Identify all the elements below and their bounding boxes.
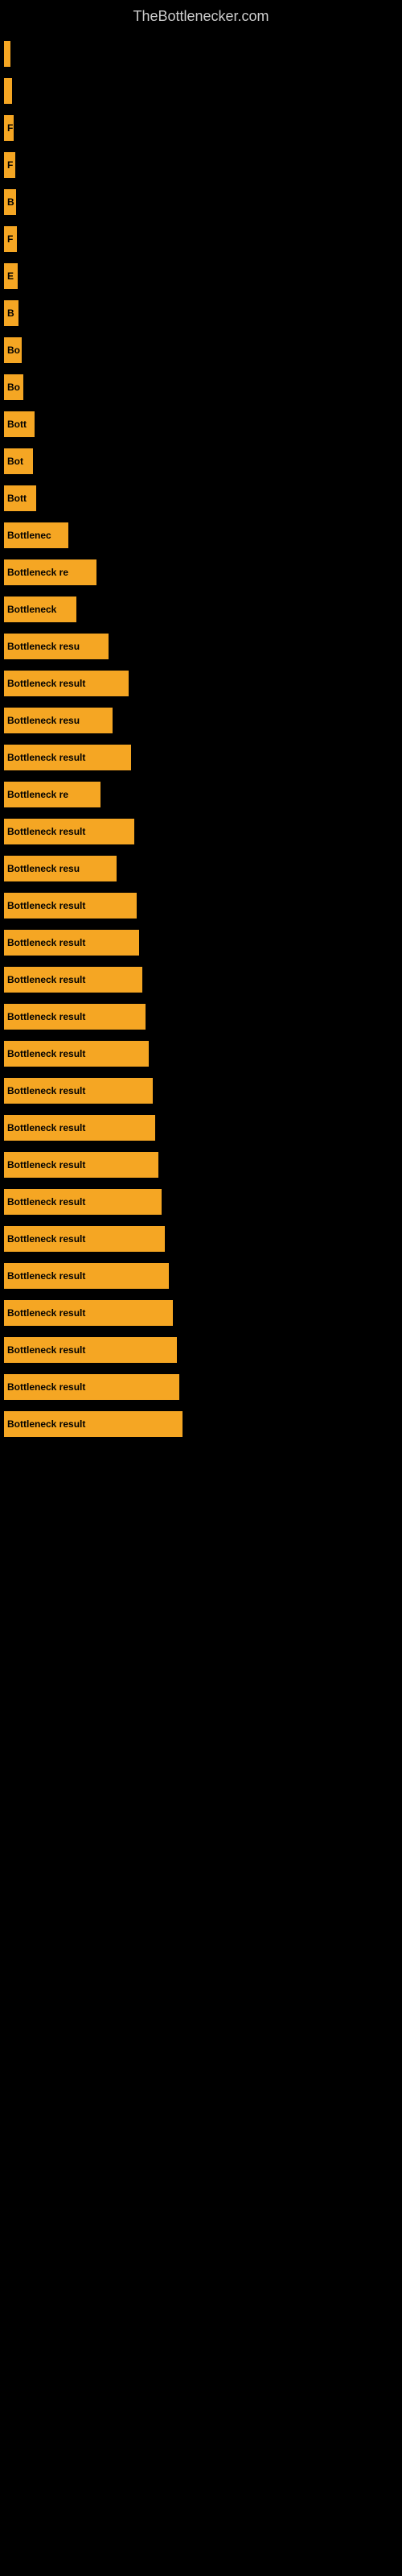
bar-row: Bottleneck resu bbox=[0, 704, 402, 737]
bar-item: Bottleneck re bbox=[4, 782, 100, 807]
bar-item: Bottleneck resu bbox=[4, 856, 117, 881]
bar-row: Bott bbox=[0, 407, 402, 441]
bar-item: Bottlenec bbox=[4, 522, 68, 548]
bar-item: Bottleneck result bbox=[4, 1411, 183, 1437]
bar-item: F bbox=[4, 152, 15, 178]
bar-item: Bottleneck result bbox=[4, 1300, 173, 1326]
bar-item: Bott bbox=[4, 485, 36, 511]
bar-item: Bottleneck result bbox=[4, 967, 142, 993]
bar-row: Bottleneck result bbox=[0, 1074, 402, 1108]
bar-item: Bottleneck result bbox=[4, 1337, 177, 1363]
bar-row bbox=[0, 37, 402, 71]
bar-item: Bo bbox=[4, 374, 23, 400]
bar-row: Bottlenec bbox=[0, 518, 402, 552]
bar-item: Bottleneck bbox=[4, 597, 76, 622]
site-title: TheBottlenecker.com bbox=[0, 0, 402, 29]
bar-row: Bottleneck result bbox=[0, 963, 402, 997]
bar-item: Bottleneck result bbox=[4, 1263, 169, 1289]
bar-row: Bott bbox=[0, 481, 402, 515]
bar-row: Bottleneck result bbox=[0, 1185, 402, 1219]
bar-row: B bbox=[0, 185, 402, 219]
bar-row: Bottleneck result bbox=[0, 1000, 402, 1034]
bar-row: Bottleneck resu bbox=[0, 852, 402, 886]
bar-row: Bottleneck result bbox=[0, 667, 402, 700]
bar-item: Bottleneck result bbox=[4, 1189, 162, 1215]
bar-row: Bottleneck result bbox=[0, 815, 402, 848]
bar-row: Bo bbox=[0, 370, 402, 404]
bar-item: Bottleneck result bbox=[4, 1041, 149, 1067]
bar-item: Bottleneck result bbox=[4, 819, 134, 844]
bar-item: Bottleneck result bbox=[4, 1374, 179, 1400]
bar-item: Bott bbox=[4, 411, 35, 437]
bar-item: Bottleneck result bbox=[4, 1226, 165, 1252]
bar-item bbox=[4, 78, 12, 104]
bar-item: Bottleneck result bbox=[4, 893, 137, 919]
bar-item: Bottleneck result bbox=[4, 930, 139, 956]
bar-item bbox=[4, 41, 10, 67]
bar-row: Bottleneck result bbox=[0, 1148, 402, 1182]
bar-row: Bottleneck result bbox=[0, 889, 402, 923]
bar-row: Bottleneck bbox=[0, 592, 402, 626]
bar-row bbox=[0, 74, 402, 108]
bar-row: F bbox=[0, 111, 402, 145]
bar-row: Bo bbox=[0, 333, 402, 367]
bar-row: B bbox=[0, 296, 402, 330]
bar-item: Bottleneck result bbox=[4, 1152, 158, 1178]
bar-row: Bot bbox=[0, 444, 402, 478]
bar-row: Bottleneck re bbox=[0, 555, 402, 589]
bar-row: Bottleneck re bbox=[0, 778, 402, 811]
bar-item: F bbox=[4, 226, 17, 252]
bar-row: F bbox=[0, 222, 402, 256]
bar-row: Bottleneck result bbox=[0, 926, 402, 960]
bar-item: Bottleneck result bbox=[4, 745, 131, 770]
bar-item: Bottleneck resu bbox=[4, 708, 113, 733]
bar-row: Bottleneck result bbox=[0, 1296, 402, 1330]
bar-item: Bo bbox=[4, 337, 22, 363]
bar-item: E bbox=[4, 263, 18, 289]
bar-row: Bottleneck result bbox=[0, 1037, 402, 1071]
bar-item: Bottleneck re bbox=[4, 559, 96, 585]
bar-row: F bbox=[0, 148, 402, 182]
bar-item: Bottleneck result bbox=[4, 1115, 155, 1141]
bar-row: E bbox=[0, 259, 402, 293]
bar-item: B bbox=[4, 300, 18, 326]
bar-row: Bottleneck result bbox=[0, 1407, 402, 1441]
bar-row: Bottleneck result bbox=[0, 1259, 402, 1293]
bar-row: Bottleneck result bbox=[0, 1370, 402, 1404]
bar-item: F bbox=[4, 115, 14, 141]
bar-item: Bot bbox=[4, 448, 33, 474]
bar-item: Bottleneck result bbox=[4, 1078, 153, 1104]
bar-row: Bottleneck result bbox=[0, 1222, 402, 1256]
bar-item: Bottleneck resu bbox=[4, 634, 109, 659]
bar-item: B bbox=[4, 189, 16, 215]
bar-item: Bottleneck result bbox=[4, 671, 129, 696]
bars-container: FFBFEBBoBoBottBotBottBottlenecBottleneck… bbox=[0, 29, 402, 1452]
bar-row: Bottleneck result bbox=[0, 1111, 402, 1145]
bar-item: Bottleneck result bbox=[4, 1004, 146, 1030]
bar-row: Bottleneck result bbox=[0, 1333, 402, 1367]
bar-row: Bottleneck resu bbox=[0, 630, 402, 663]
bar-row: Bottleneck result bbox=[0, 741, 402, 774]
